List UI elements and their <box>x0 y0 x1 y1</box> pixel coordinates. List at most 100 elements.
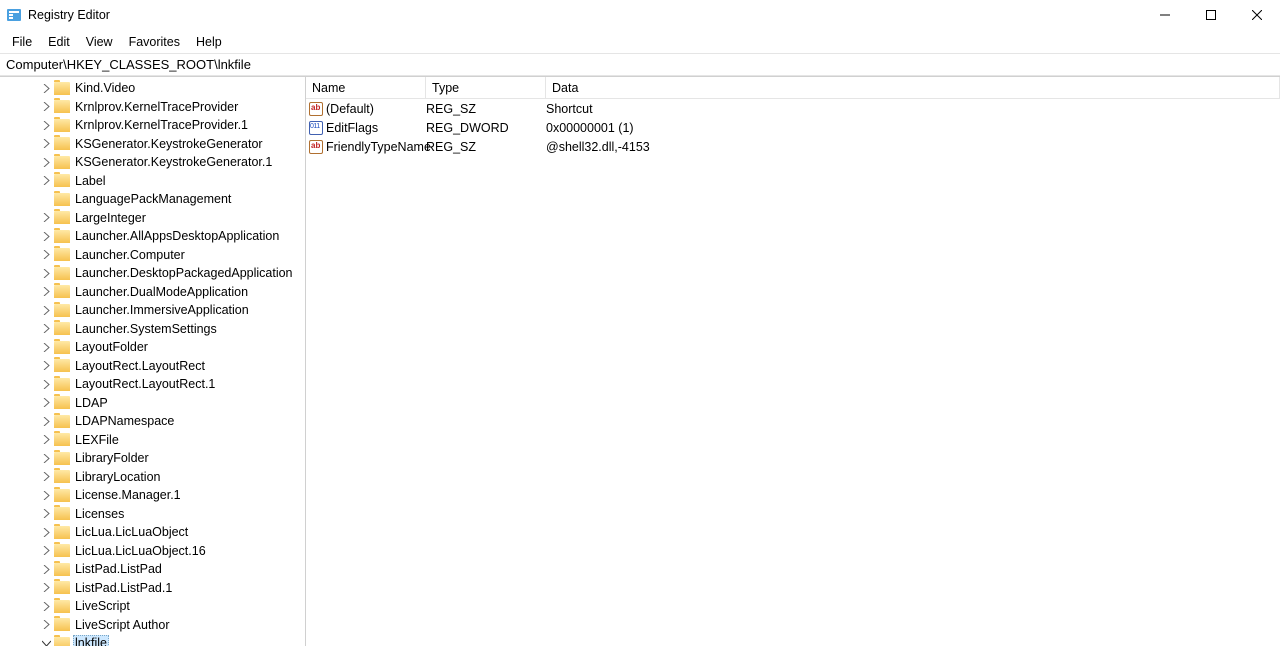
tree-item[interactable]: LayoutRect.LayoutRect.1 <box>0 375 305 394</box>
tree-item-label: ListPad.ListPad <box>73 562 164 576</box>
chevron-right-icon[interactable] <box>40 230 52 242</box>
tree-item[interactable]: Label <box>0 172 305 191</box>
tree-item-label: Launcher.Computer <box>73 248 187 262</box>
tree-item[interactable]: LargeInteger <box>0 209 305 228</box>
chevron-right-icon[interactable] <box>40 397 52 409</box>
tree-item[interactable]: ListPad.ListPad.1 <box>0 579 305 598</box>
menu-help[interactable]: Help <box>188 33 230 51</box>
chevron-right-icon[interactable] <box>40 415 52 427</box>
tree-item-label: LibraryFolder <box>73 451 151 465</box>
folder-icon <box>54 507 70 520</box>
tree-item[interactable]: LayoutFolder <box>0 338 305 357</box>
tree-item[interactable]: LanguagePackManagement <box>0 190 305 209</box>
chevron-right-icon[interactable] <box>40 304 52 316</box>
folder-icon <box>54 581 70 594</box>
reg-string-icon <box>308 101 324 117</box>
col-header-type[interactable]: Type <box>426 77 546 98</box>
tree-item-label: LargeInteger <box>73 211 148 225</box>
address-bar[interactable]: Computer\HKEY_CLASSES_ROOT\lnkfile <box>0 54 1280 76</box>
menu-view[interactable]: View <box>78 33 121 51</box>
tree-item[interactable]: LiveScript Author <box>0 616 305 635</box>
tree-item[interactable]: LDAP <box>0 394 305 413</box>
chevron-right-icon[interactable] <box>40 471 52 483</box>
tree-item[interactable]: Licenses <box>0 505 305 524</box>
chevron-right-icon[interactable] <box>40 378 52 390</box>
tree-item-label: LicLua.LicLuaObject.16 <box>73 544 208 558</box>
chevron-right-icon[interactable] <box>40 267 52 279</box>
tree-item[interactable]: Kind.Video <box>0 79 305 98</box>
tree-item-label: LDAP <box>73 396 110 410</box>
list-row[interactable]: (Default)REG_SZShortcut <box>306 99 1280 118</box>
menu-edit[interactable]: Edit <box>40 33 78 51</box>
maximize-button[interactable] <box>1188 0 1234 30</box>
col-header-name[interactable]: Name <box>306 77 426 98</box>
tree-item[interactable]: LEXFile <box>0 431 305 450</box>
chevron-right-icon[interactable] <box>40 563 52 575</box>
cell-name: EditFlags <box>326 121 426 135</box>
chevron-right-icon[interactable] <box>40 434 52 446</box>
list-row[interactable]: FriendlyTypeNameREG_SZ@shell32.dll,-4153 <box>306 137 1280 156</box>
chevron-right-icon[interactable] <box>40 508 52 520</box>
chevron-right-icon[interactable] <box>40 341 52 353</box>
chevron-right-icon[interactable] <box>40 82 52 94</box>
tree-item[interactable]: LibraryFolder <box>0 449 305 468</box>
tree-item[interactable]: Launcher.DesktopPackagedApplication <box>0 264 305 283</box>
tree-item[interactable]: Launcher.Computer <box>0 246 305 265</box>
tree-item[interactable]: lnkfile <box>0 634 305 646</box>
list-row[interactable]: EditFlagsREG_DWORD0x00000001 (1) <box>306 118 1280 137</box>
tree-item[interactable]: Launcher.AllAppsDesktopApplication <box>0 227 305 246</box>
chevron-right-icon[interactable] <box>40 249 52 261</box>
chevron-right-icon[interactable] <box>40 526 52 538</box>
tree-item[interactable]: KSGenerator.KeystrokeGenerator.1 <box>0 153 305 172</box>
chevron-right-icon[interactable] <box>40 138 52 150</box>
tree-item[interactable]: Launcher.ImmersiveApplication <box>0 301 305 320</box>
tree-item[interactable]: LibraryLocation <box>0 468 305 487</box>
cell-type: REG_DWORD <box>426 121 546 135</box>
tree-item[interactable]: License.Manager.1 <box>0 486 305 505</box>
chevron-right-icon[interactable] <box>40 600 52 612</box>
close-button[interactable] <box>1234 0 1280 30</box>
chevron-right-icon[interactable] <box>40 545 52 557</box>
folder-icon <box>54 341 70 354</box>
folder-icon <box>54 285 70 298</box>
tree-item-label: LiveScript <box>73 599 132 613</box>
chevron-right-icon[interactable] <box>40 452 52 464</box>
address-text: Computer\HKEY_CLASSES_ROOT\lnkfile <box>6 57 251 72</box>
chevron-right-icon[interactable] <box>40 212 52 224</box>
tree-item[interactable]: Launcher.DualModeApplication <box>0 283 305 302</box>
folder-icon <box>54 193 70 206</box>
window-title: Registry Editor <box>28 8 1142 22</box>
tree-item[interactable]: LicLua.LicLuaObject <box>0 523 305 542</box>
chevron-right-icon[interactable] <box>40 175 52 187</box>
chevron-right-icon[interactable] <box>40 101 52 113</box>
chevron-right-icon[interactable] <box>40 156 52 168</box>
tree-item[interactable]: Krnlprov.KernelTraceProvider.1 <box>0 116 305 135</box>
tree-item[interactable]: Launcher.SystemSettings <box>0 320 305 339</box>
chevron-right-icon[interactable] <box>40 489 52 501</box>
menu-favorites[interactable]: Favorites <box>121 33 188 51</box>
tree-item[interactable]: ListPad.ListPad <box>0 560 305 579</box>
tree-item[interactable]: LayoutRect.LayoutRect <box>0 357 305 376</box>
folder-icon <box>54 137 70 150</box>
folder-icon <box>54 304 70 317</box>
folder-icon <box>54 489 70 502</box>
list-pane: Name Type Data (Default)REG_SZShortcutEd… <box>306 77 1280 646</box>
chevron-right-icon[interactable] <box>40 119 52 131</box>
tree-item[interactable]: KSGenerator.KeystrokeGenerator <box>0 135 305 154</box>
tree-item[interactable]: Krnlprov.KernelTraceProvider <box>0 98 305 117</box>
minimize-button[interactable] <box>1142 0 1188 30</box>
folder-icon <box>54 156 70 169</box>
menu-file[interactable]: File <box>4 33 40 51</box>
tree-item[interactable]: LiveScript <box>0 597 305 616</box>
chevron-down-icon[interactable] <box>40 637 52 646</box>
chevron-right-icon[interactable] <box>40 323 52 335</box>
chevron-right-icon[interactable] <box>40 286 52 298</box>
tree-item[interactable]: LicLua.LicLuaObject.16 <box>0 542 305 561</box>
col-header-data[interactable]: Data <box>546 77 1280 98</box>
tree-pane[interactable]: Kind.VideoKrnlprov.KernelTraceProviderKr… <box>0 77 306 646</box>
tree-item[interactable]: LDAPNamespace <box>0 412 305 431</box>
tree-item-label: lnkfile <box>73 635 109 646</box>
chevron-right-icon[interactable] <box>40 582 52 594</box>
chevron-right-icon[interactable] <box>40 360 52 372</box>
chevron-right-icon[interactable] <box>40 619 52 631</box>
